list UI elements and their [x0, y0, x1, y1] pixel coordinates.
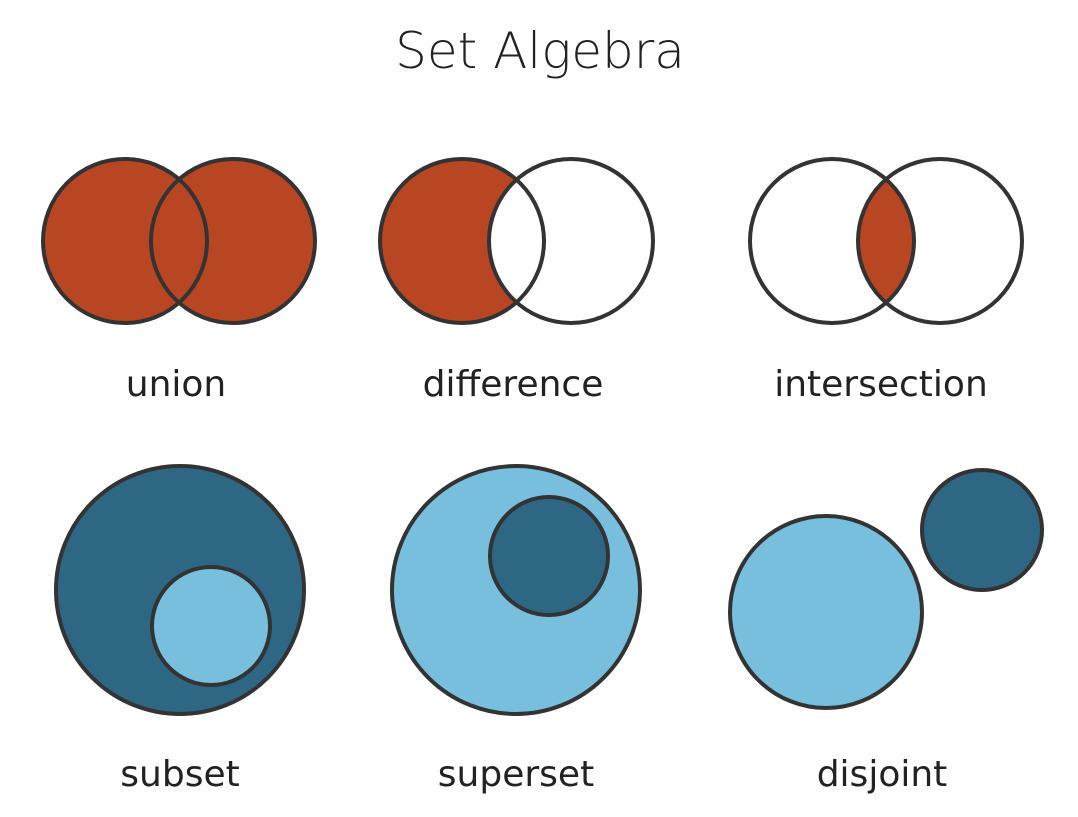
disjoint-label: disjoint	[817, 754, 948, 795]
intersection-label: intersection	[774, 364, 988, 405]
disjoint-set-b	[920, 468, 1044, 592]
set-algebra-diagram: Set Algebra union difference intersectio…	[41, 22, 1044, 795]
difference-label: difference	[423, 364, 604, 405]
subset-label: subset	[120, 754, 239, 795]
superset-inner-set	[488, 495, 610, 617]
union-label: union	[126, 364, 226, 405]
superset-diagram: superset	[390, 464, 642, 795]
subset-diagram: subset	[54, 464, 306, 795]
diagram-title: Set Algebra	[395, 22, 685, 80]
disjoint-set-a	[728, 514, 924, 710]
union-diagram: union	[41, 157, 317, 405]
superset-label: superset	[438, 754, 594, 795]
disjoint-diagram: disjoint	[728, 468, 1044, 795]
intersection-diagram: intersection	[748, 157, 1024, 405]
difference-diagram: difference	[378, 157, 655, 405]
subset-inner-set	[150, 565, 272, 687]
